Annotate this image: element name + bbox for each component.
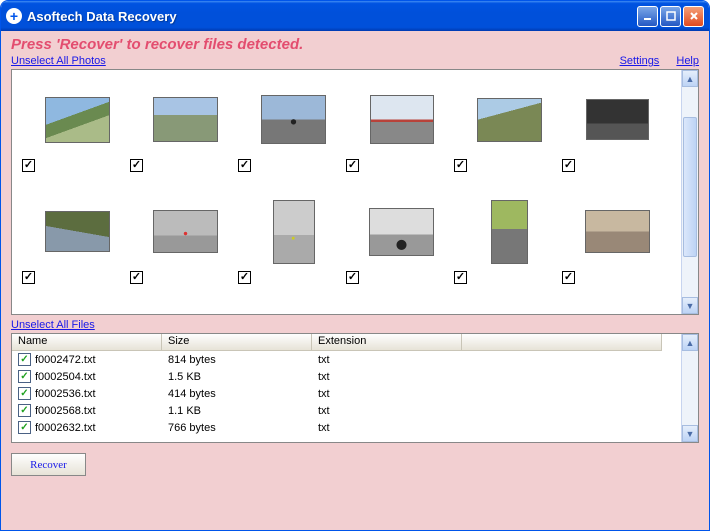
photo-checkbox[interactable] [130,159,143,172]
window-title: Asoftech Data Recovery [27,9,637,24]
file-name: f0002504.txt [35,371,96,383]
file-name: f0002632.txt [35,422,96,434]
file-scrollbar[interactable]: ▲ ▼ [681,334,698,442]
thumbnail-image [273,200,315,264]
photo-checkbox[interactable] [238,159,251,172]
photo-checkbox[interactable] [454,271,467,284]
file-extension: txt [312,422,462,434]
scroll-down-button[interactable]: ▼ [682,297,698,314]
scroll-thumb[interactable] [683,117,697,257]
thumbnail-image [477,98,542,142]
table-row[interactable]: f0002504.txt 1.5 KBtxt [12,368,681,385]
column-header[interactable]: Extension [312,334,462,351]
photo-checkbox[interactable] [238,271,251,284]
table-row[interactable]: f0002536.txt 414 bytestxt [12,385,681,402]
instructions-text: Press 'Recover' to recover files detecte… [11,36,699,53]
file-size: 814 bytes [162,354,312,366]
photo-thumbnail[interactable] [454,76,562,184]
file-name: f0002472.txt [35,354,96,366]
photo-checkbox[interactable] [22,159,35,172]
thumbnail-image [586,99,649,140]
photo-thumbnail[interactable] [454,188,562,296]
photo-thumbnail[interactable] [562,188,670,296]
photo-checkbox[interactable] [454,159,467,172]
photo-thumbnail[interactable] [130,76,238,184]
file-checkbox[interactable] [18,387,31,400]
close-button[interactable] [683,6,704,27]
thumbnail-image [153,210,218,253]
photo-thumbnail[interactable] [22,300,130,314]
photo-thumbnail[interactable] [346,76,454,184]
photo-scrollbar[interactable]: ▲ ▼ [681,70,698,314]
photo-thumbnail[interactable] [562,76,670,184]
file-extension: txt [312,354,462,366]
thumbnail-image [369,208,434,256]
file-table-body: f0002472.txt814 bytestxtf0002504.txt1.5 … [12,351,681,436]
file-checkbox[interactable] [18,370,31,383]
file-extension: txt [312,371,462,383]
file-size: 1.5 KB [162,371,312,383]
photo-panel: ▲ ▼ [11,69,699,315]
column-header[interactable] [462,334,662,351]
content-area: Press 'Recover' to recover files detecte… [1,31,709,530]
unselect-all-photos-link[interactable]: Unselect All Photos [11,55,106,67]
photo-checkbox[interactable] [562,271,575,284]
file-size: 414 bytes [162,388,312,400]
column-header[interactable]: Size [162,334,312,351]
unselect-all-files-link[interactable]: Unselect All Files [11,319,95,331]
thumbnail-image [45,97,110,143]
thumbnail-image [45,211,110,252]
photo-thumbnail[interactable] [130,188,238,296]
file-checkbox[interactable] [18,421,31,434]
table-row[interactable]: f0002632.txt 766 bytestxt [12,419,681,436]
photo-checkbox[interactable] [130,271,143,284]
app-icon [6,8,22,24]
titlebar[interactable]: Asoftech Data Recovery [1,1,709,31]
settings-link[interactable]: Settings [620,55,660,67]
thumbnail-image [585,210,650,253]
photo-checkbox[interactable] [562,159,575,172]
help-link[interactable]: Help [676,55,699,67]
file-name: f0002568.txt [35,405,96,417]
thumbnail-image [491,200,528,264]
thumbnail-image [153,97,218,142]
scroll-up-button[interactable]: ▲ [682,70,698,87]
file-panel: NameSizeExtension f0002472.txt814 bytest… [11,333,699,443]
photo-thumbnail[interactable] [238,188,346,296]
file-table-header: NameSizeExtension [12,334,681,351]
column-header[interactable]: Name [12,334,162,351]
file-checkbox[interactable] [18,404,31,417]
photo-grid [22,76,681,314]
file-extension: txt [312,405,462,417]
minimize-button[interactable] [637,6,658,27]
photo-thumbnail[interactable] [22,188,130,296]
scroll-down-button[interactable]: ▼ [682,425,698,442]
file-checkbox[interactable] [18,353,31,366]
photo-thumbnail[interactable] [22,76,130,184]
recover-button[interactable]: Recover [11,453,86,476]
scroll-up-button[interactable]: ▲ [682,334,698,351]
table-row[interactable]: f0002568.txt 1.1 KBtxt [12,402,681,419]
table-row[interactable]: f0002472.txt 814 bytestxt [12,351,681,368]
app-window: Asoftech Data Recovery Press 'Recover' t… [0,0,710,531]
file-extension: txt [312,388,462,400]
photo-checkbox[interactable] [22,271,35,284]
file-size: 766 bytes [162,422,312,434]
maximize-button[interactable] [660,6,681,27]
file-name: f0002536.txt [35,388,96,400]
file-size: 1.1 KB [162,405,312,417]
thumbnail-image [261,95,326,144]
photo-thumbnail[interactable] [238,76,346,184]
photo-checkbox[interactable] [346,271,359,284]
thumbnail-image [370,95,434,144]
photo-thumbnail[interactable] [346,188,454,296]
photo-checkbox[interactable] [346,159,359,172]
